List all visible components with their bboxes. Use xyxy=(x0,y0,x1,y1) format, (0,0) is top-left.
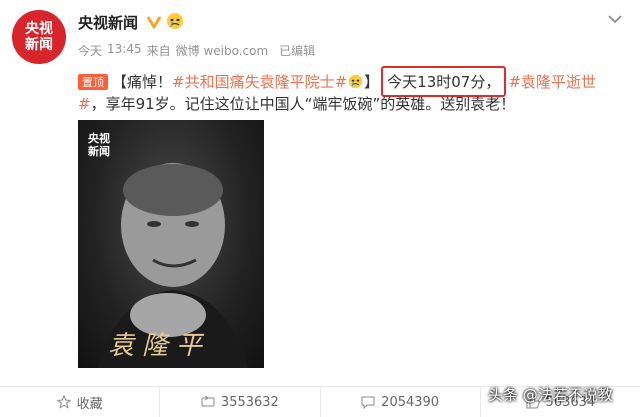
comment-count: 2054390 xyxy=(381,394,440,410)
favorite-button[interactable]: 收藏 xyxy=(0,387,161,417)
favorite-label: 收藏 xyxy=(76,396,103,412)
hashtag-link-1[interactable]: #共和国痛失袁隆平院士# xyxy=(172,71,347,92)
crying-emoji-icon xyxy=(348,74,363,89)
account-name[interactable]: 央视新闻 xyxy=(78,12,138,33)
image-logo: 央视 新闻 xyxy=(88,132,110,158)
chevron-down-icon[interactable] xyxy=(608,14,622,24)
post-meta: 今天 13:45 来自 微博 weibo.com 已编辑 xyxy=(78,42,315,59)
title-open: 【痛悼！ xyxy=(112,73,173,91)
source-prefix: 来自 xyxy=(146,44,171,58)
title-close: 】 xyxy=(364,73,380,91)
image-caption: 袁隆平 xyxy=(108,331,211,361)
watermark: 头条 @法若不说教 xyxy=(488,386,613,404)
repost-icon xyxy=(201,395,215,407)
crying-emoji-icon xyxy=(167,13,183,29)
avatar[interactable]: 央视 新闻 xyxy=(12,10,66,64)
post-date[interactable]: 今天 xyxy=(78,42,102,59)
hashtag-link-2[interactable]: #袁隆平逝世 xyxy=(508,71,596,92)
verified-icon xyxy=(146,16,162,29)
pin-badge: 置顶 xyxy=(78,73,108,90)
post-time[interactable]: 13:45 xyxy=(107,42,142,59)
repost-button[interactable]: 3553632 xyxy=(160,387,321,417)
comment-button[interactable]: 2054390 xyxy=(321,387,481,417)
post-image[interactable]: 央视 新闻 袁隆平 xyxy=(78,120,264,368)
repost-count: 3553632 xyxy=(220,394,279,410)
post-source[interactable]: 微博 weibo.com xyxy=(176,42,269,59)
avatar-text-bottom: 新闻 xyxy=(25,37,53,53)
edited-label: 已编辑 xyxy=(279,44,316,58)
weibo-post: 央视 新闻 央视新闻 今天 13:45 来自 微博 weibo.com 已编辑 … xyxy=(0,0,640,417)
post-text-line-2: # ，享年91岁。记住这位让中国人“端牢饭碗”的英雄。送别袁老！ xyxy=(78,93,515,114)
comment-icon xyxy=(361,396,375,409)
star-icon xyxy=(56,395,71,409)
image-logo-top: 央视 xyxy=(88,132,110,145)
post-body: ，享年91岁。记住这位让中国人“端牢饭碗”的英雄。送别袁老！ xyxy=(90,95,516,113)
image-logo-bottom: 新闻 xyxy=(88,145,110,158)
hashtag-link-2-end[interactable]: # xyxy=(78,95,91,113)
avatar-text-top: 央视 xyxy=(25,21,53,37)
